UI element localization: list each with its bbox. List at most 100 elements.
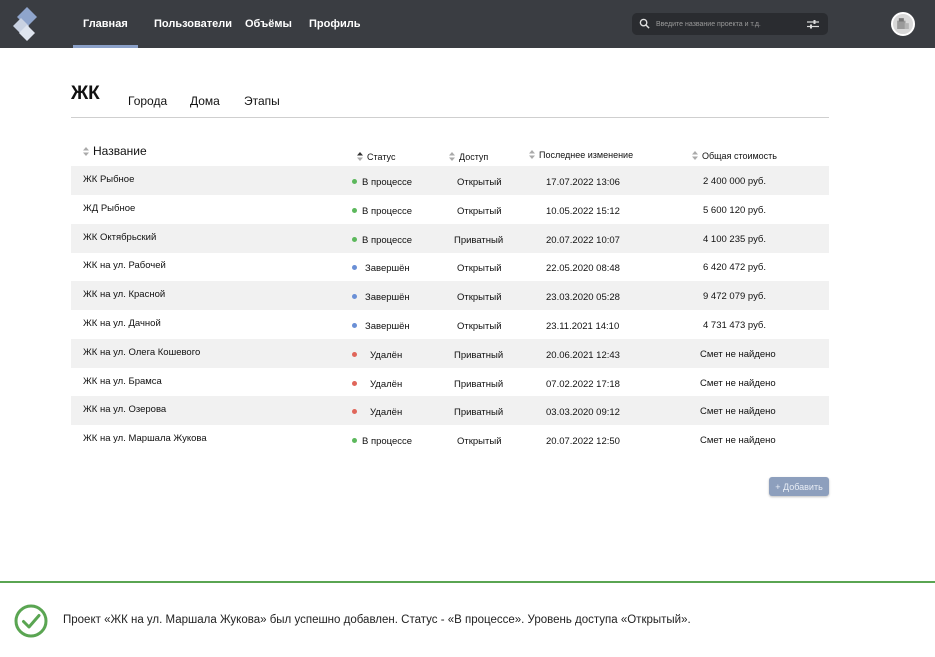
cell-access: Открытый [457, 436, 502, 448]
cell-name: ЖД Рыбное [83, 202, 136, 214]
cell-access: Открытый [457, 292, 502, 304]
cell-access: Открытый [457, 263, 502, 275]
table-row[interactable]: ЖК Октябрьский В процессе Приватный 20.07.2… [71, 223, 829, 255]
table-row[interactable]: ЖК на ул. Дачной Завершён Открытый 23.11.20… [71, 310, 829, 339]
cell-cost: Смет не найдено [700, 435, 776, 447]
table-row[interactable]: ЖК на ул. Маршала Жукова В процессе Открыт… [71, 425, 829, 454]
plus-icon: + [775, 481, 781, 492]
notification-text: Проект «ЖК на ул. Маршала Жукова» был ус… [63, 614, 691, 626]
cell-status: Удалён [352, 398, 402, 427]
cell-status: Удалён [352, 370, 402, 399]
cell-access: Открытый [457, 321, 502, 332]
search-input[interactable] [656, 16, 796, 32]
column-header-modified[interactable]: Последнее изменение [529, 150, 633, 160]
table-row[interactable]: ЖК на ул. Брамса Удалён Приватный 07.02.202… [71, 368, 829, 397]
cell-cost: 4 731 473 руб. [703, 320, 767, 331]
status-dot-icon [352, 236, 357, 242]
table-row[interactable]: ЖД Рыбное В процессе Открытый 10.05.2022 15… [71, 195, 829, 224]
cell-cost: Смет не найдено [700, 377, 776, 389]
logo-icon[interactable] [12, 6, 42, 42]
cell-modified: 23.11.2021 14:10 [546, 321, 620, 332]
filter-icon[interactable] [807, 19, 819, 29]
cell-status: В процессе [352, 168, 412, 197]
cell-name: ЖК на ул. Озерова [83, 404, 167, 416]
table-row[interactable]: ЖК на ул. Озерова Удалён Приватный 03.03.20… [71, 396, 829, 427]
cell-cost: 5 600 120 руб. [703, 204, 767, 216]
table-row[interactable]: ЖК на ул. Рабочей Завершён Открытый 22.05.2… [71, 252, 829, 281]
cell-modified: 20.07.2022 12:50 [546, 436, 620, 448]
cell-name: ЖК на ул. Брамса [83, 375, 162, 387]
cell-status: В процессе [352, 226, 412, 255]
cell-status: В процессе [352, 427, 412, 456]
cell-access: Приватный [454, 407, 504, 419]
nav-users[interactable]: Пользователи [154, 0, 232, 48]
tab-houses[interactable]: Дома [190, 94, 220, 108]
nav-profile[interactable]: Профиль [309, 0, 360, 48]
status-dot-icon [352, 323, 357, 328]
nav-home[interactable]: Главная [73, 0, 138, 48]
cell-modified: 20.07.2022 10:07 [546, 234, 620, 246]
nav-volumes[interactable]: Объёмы [245, 0, 292, 48]
cell-modified: 17.07.2022 13:06 [546, 177, 620, 188]
cell-cost: 6 420 472 руб. [703, 262, 767, 274]
cell-name: ЖК на ул. Олега Кошевого [83, 346, 201, 358]
tab-cities[interactable]: Города [128, 94, 167, 108]
column-header-access[interactable]: Доступ [449, 152, 488, 162]
column-header-name[interactable]: Название [83, 144, 147, 158]
column-header-status[interactable]: Статус [357, 152, 395, 162]
check-circle-icon [14, 604, 48, 638]
top-bar: Главная Пользователи Объёмы Профиль [0, 0, 935, 48]
cell-name: ЖК на ул. Дачной [83, 318, 161, 329]
add-button[interactable]: + Добавить [769, 477, 829, 496]
cell-cost: 2 400 000 руб. [703, 176, 767, 187]
sort-icon [357, 152, 363, 161]
avatar[interactable] [891, 12, 915, 36]
sort-icon [692, 151, 698, 160]
cell-status: Завершён [352, 254, 410, 283]
status-dot-icon [352, 294, 357, 300]
table-row[interactable]: ЖК на ул. Олега Кошевого Удалён Приватный 2… [71, 338, 829, 370]
avatar-image-icon [893, 14, 913, 34]
tab-complexes[interactable]: ЖК [71, 83, 100, 105]
cell-name: ЖК на ул. Красной [83, 289, 166, 301]
search-box [632, 13, 828, 35]
cell-modified: 22.05.2020 08:48 [546, 263, 620, 275]
cell-name: ЖК Рыбное [83, 174, 135, 185]
cell-status: В процессе [352, 197, 412, 226]
status-dot-icon [352, 351, 357, 357]
cell-access: Приватный [454, 349, 504, 361]
cell-modified: 03.03.2020 09:12 [546, 407, 620, 419]
sort-icon [83, 147, 89, 156]
status-dot-icon [352, 380, 357, 386]
cell-modified: 20.06.2021 12:43 [546, 349, 620, 361]
section-tabs: ЖК Города Дома Этапы [71, 83, 829, 118]
cell-status: Удалён [352, 341, 402, 370]
cell-name: ЖК на ул. Рабочей [83, 260, 166, 272]
success-notification: Проект «ЖК на ул. Маршала Жукова» был ус… [0, 581, 935, 657]
table-header: Название Статус Доступ Последнее изменен… [71, 144, 829, 166]
status-dot-icon [352, 179, 357, 184]
cell-access: Приватный [454, 234, 504, 246]
cell-status: Завершён [352, 283, 410, 312]
column-header-cost[interactable]: Общая стоимость [692, 151, 777, 161]
status-dot-icon [352, 207, 357, 213]
tab-stages[interactable]: Этапы [244, 94, 280, 108]
cell-modified: 10.05.2022 15:12 [546, 205, 620, 217]
cell-modified: 23.03.2020 05:28 [546, 292, 620, 304]
search-icon [639, 18, 650, 29]
sort-icon [529, 150, 535, 159]
cell-cost: 9 472 079 руб. [703, 291, 767, 303]
cell-cost: 4 100 235 руб. [703, 233, 767, 245]
cell-cost: Смет не найдено [700, 406, 776, 418]
status-dot-icon [352, 438, 357, 444]
cell-cost: Смет не найдено [700, 348, 776, 360]
cell-access: Приватный [454, 378, 504, 390]
cell-name: ЖК на ул. Маршала Жукова [83, 433, 207, 445]
cell-access: Открытый [457, 177, 502, 188]
status-dot-icon [352, 265, 357, 271]
cell-status: Завершён [352, 312, 410, 341]
cell-name: ЖК Октябрьский [83, 231, 157, 243]
cell-modified: 07.02.2022 17:18 [546, 378, 620, 390]
table-row[interactable]: ЖК Рыбное В процессе Открытый 17.07.2022 13… [71, 166, 829, 195]
table-row[interactable]: ЖК на ул. Красной Завершён Открытый 23.03.2… [71, 281, 829, 312]
